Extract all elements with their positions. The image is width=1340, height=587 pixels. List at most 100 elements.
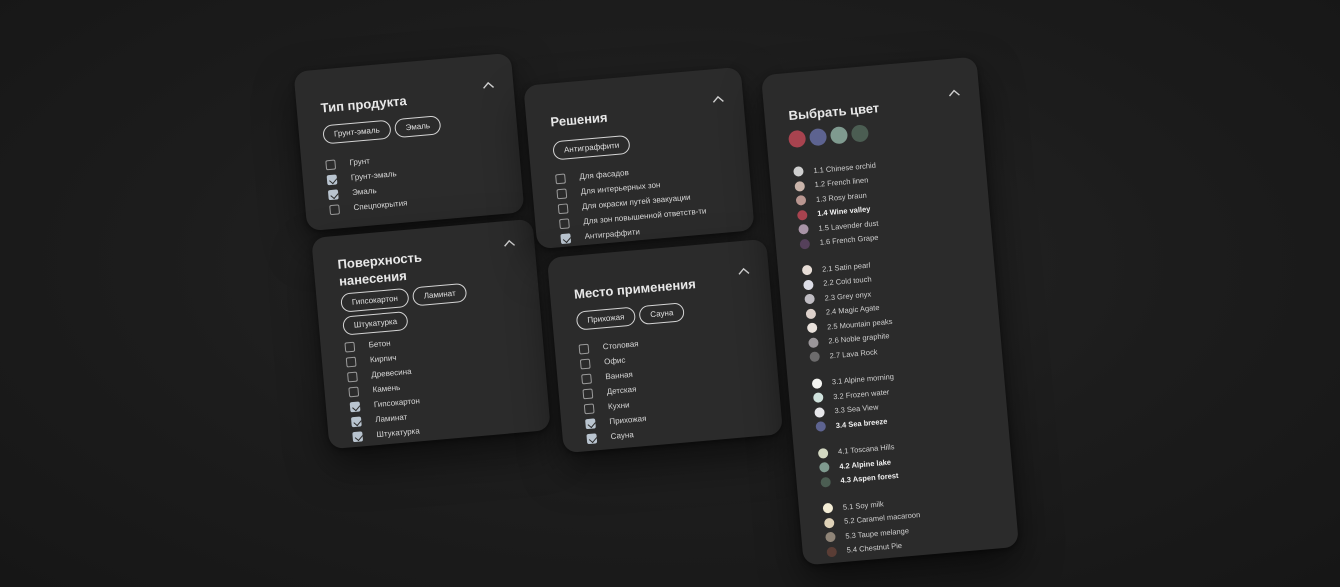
checkbox[interactable]	[344, 341, 356, 353]
option-label: Спецпокрытия	[353, 198, 408, 213]
color-dot[interactable]	[823, 517, 835, 529]
selected-swatch[interactable]	[808, 127, 828, 147]
collapse-button-product-type[interactable]	[481, 78, 496, 93]
color-dot[interactable]	[820, 476, 832, 488]
color-group: 5.1 Soy milk 5.2 Caramel macaroon 5.3 Taup…	[822, 493, 923, 559]
color-dot[interactable]	[812, 392, 824, 404]
checkbox[interactable]	[582, 387, 594, 399]
color-dot[interactable]	[805, 308, 817, 320]
checkbox[interactable]	[578, 343, 590, 354]
option-label: Прихожая	[608, 413, 647, 427]
selected-swatch[interactable]	[787, 129, 807, 149]
color-dot[interactable]	[814, 406, 825, 418]
checkbox[interactable]	[345, 356, 357, 367]
option-label: Грунт	[349, 156, 371, 168]
color-dot[interactable]	[808, 337, 819, 348]
option-label: Кухни	[607, 400, 630, 412]
checkbox[interactable]	[325, 158, 337, 170]
option-label: Гипсокартон	[373, 396, 421, 410]
filter-card-solutions: Решения Антиграффити Для фасадов Для инт…	[523, 66, 755, 250]
color-dot[interactable]	[804, 293, 816, 305]
chevron-up-icon	[504, 239, 516, 247]
card-title-product-type: Тип продукта	[320, 93, 408, 116]
selected-chips-solutions: Антиграффити	[552, 134, 632, 161]
checkbox[interactable]	[350, 415, 362, 427]
color-dot[interactable]	[818, 462, 830, 473]
collapse-button-color[interactable]	[947, 86, 962, 101]
checkbox[interactable]	[557, 202, 569, 214]
filter-card-color: Выбрать цвет 1.1 Chinese orchid 1.2 Frenc…	[760, 56, 1020, 566]
chip-drywall[interactable]: Гипсокартон	[340, 287, 410, 313]
checkbox[interactable]	[581, 373, 592, 384]
color-group: 3.1 Alpine morning 3.2 Frozen water 3.3 Se…	[811, 368, 912, 434]
option-label: Детская	[606, 384, 637, 397]
option-label: Ламинат	[374, 412, 408, 425]
collapse-button-surface[interactable]	[502, 236, 517, 251]
color-dot[interactable]	[802, 279, 814, 291]
collapse-button-solutions[interactable]	[711, 92, 726, 107]
color-dot[interactable]	[801, 264, 813, 276]
checkbox[interactable]	[346, 371, 358, 382]
checkbox[interactable]	[560, 232, 572, 244]
color-name: 2.2 Cold touch	[822, 274, 872, 288]
option-label: Антиграффити	[584, 227, 641, 242]
selected-chips-place: Прихожая Сауна	[575, 302, 686, 331]
option-label: Эмаль	[351, 186, 377, 198]
chip-antigraffiti[interactable]: Антиграффити	[552, 134, 632, 161]
color-dot[interactable]	[809, 351, 821, 363]
color-dot[interactable]	[799, 238, 811, 250]
color-name: 2.1 Satin pearl	[821, 260, 871, 274]
color-dot[interactable]	[798, 224, 809, 235]
option-label: Для фасадов	[579, 167, 630, 182]
chip-plaster[interactable]: Штукатурка	[342, 310, 409, 336]
collapse-button-place[interactable]	[736, 264, 751, 279]
color-dot[interactable]	[826, 546, 838, 558]
chip-primer-enamel[interactable]: Грунт-эмаль	[322, 119, 392, 145]
checkbox[interactable]	[349, 400, 361, 412]
option-label: Камень	[372, 382, 401, 395]
selected-chips-surface: Гипсокартон Ламинат Штукатурка	[340, 281, 493, 336]
checkbox[interactable]	[326, 173, 338, 185]
checkbox[interactable]	[555, 173, 566, 184]
checkbox[interactable]	[579, 358, 591, 369]
checkbox[interactable]	[585, 417, 596, 429]
selected-swatch[interactable]	[829, 126, 849, 145]
chevron-up-icon	[712, 95, 724, 103]
color-dot[interactable]	[794, 180, 806, 192]
chip-laminate[interactable]: Ламинат	[411, 282, 468, 307]
color-group: 2.1 Satin pearl 2.2 Cold touch 2.3 Grey on…	[801, 255, 907, 365]
chip-sauna[interactable]: Сауна	[638, 302, 686, 326]
color-dot[interactable]	[817, 447, 829, 459]
color-dot[interactable]	[825, 531, 836, 543]
option-label: Офис	[603, 355, 626, 367]
card-title-color: Выбрать цвет	[787, 100, 880, 124]
color-dot[interactable]	[811, 377, 823, 389]
color-dot[interactable]	[796, 209, 808, 221]
color-dot[interactable]	[806, 322, 818, 334]
checkbox[interactable]	[558, 217, 570, 229]
color-group: 4.1 Toscana Hills 4.2 Alpine lake 4.3 Aspe…	[817, 438, 918, 490]
filter-card-place: Место применения Прихожая Сауна Столовая…	[546, 238, 784, 454]
color-dot[interactable]	[793, 166, 804, 178]
color-name: 3.3 Sea View	[834, 402, 879, 416]
color-name: 5.1 Soy milk	[842, 499, 885, 512]
color-dot[interactable]	[815, 421, 827, 433]
chevron-up-icon	[948, 89, 960, 97]
checkbox[interactable]	[329, 203, 340, 215]
chevron-up-icon	[738, 267, 750, 275]
checkbox[interactable]	[586, 432, 598, 444]
checkbox[interactable]	[556, 187, 568, 199]
color-dot[interactable]	[795, 195, 807, 207]
filter-card-product-type: Тип продукта Грунт-эмаль Эмаль Грунт Гру…	[293, 52, 525, 232]
checkbox[interactable]	[583, 402, 595, 414]
option-label: Кирпич	[369, 353, 397, 365]
color-list: 1.1 Chinese orchid 1.2 French linen 1.3 Ro…	[793, 157, 924, 572]
option-label: Штукатурка	[376, 426, 421, 440]
checkbox[interactable]	[327, 188, 339, 200]
color-dot[interactable]	[822, 502, 834, 514]
selected-swatch[interactable]	[850, 124, 870, 143]
checkbox[interactable]	[348, 386, 360, 397]
checkbox[interactable]	[352, 430, 364, 442]
chip-enamel[interactable]: Эмаль	[393, 115, 442, 139]
chip-hallway[interactable]: Прихожая	[575, 306, 637, 331]
